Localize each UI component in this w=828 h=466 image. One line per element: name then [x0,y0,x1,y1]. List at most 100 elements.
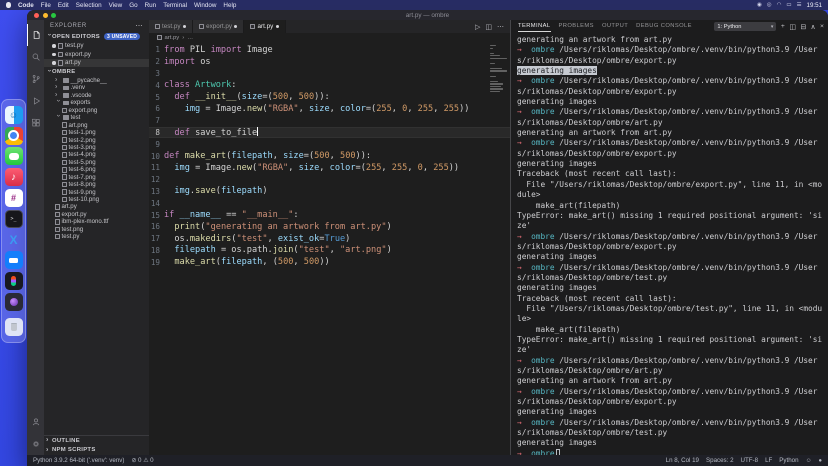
minimize-window-button[interactable] [43,13,48,18]
code-line[interactable]: 9 [149,138,510,150]
menu-item-edit[interactable]: Edit [58,2,69,9]
messages-dock-icon[interactable] [5,147,23,165]
close-panel-button[interactable]: × [820,23,824,31]
breadcrumb[interactable]: art.py › … [149,33,510,42]
search-icon[interactable] [27,46,44,68]
control-center-icon[interactable]: ☰ [797,2,802,8]
code-line[interactable]: 1from PIL import Image [149,44,510,56]
extensions-icon[interactable] [27,112,44,134]
maximize-panel-button[interactable]: ∧ [811,23,816,31]
run-button[interactable]: ▷ [475,23,480,31]
folder-section[interactable]: › OMBRE [44,67,149,77]
tree-item-test-2.png[interactable]: test-2.png [44,136,149,143]
status-python[interactable]: Python [779,457,798,464]
code-line[interactable]: 7 [149,115,510,127]
finder-dock-icon[interactable] [5,106,23,124]
figma-dock-icon[interactable] [5,272,23,290]
dirty-indicator-icon[interactable] [183,25,186,28]
media-dock-icon[interactable] [5,293,23,311]
panel-tab-problems[interactable]: PROBLEMS [559,21,594,32]
status-spaces[interactable]: Spaces: 2 [706,457,734,464]
menu-item-help[interactable]: Help [223,2,236,9]
tree-item-art.py[interactable]: art.py [44,203,149,210]
code-line[interactable]: 15if __name__ == "__main__": [149,209,510,221]
code-line[interactable]: 17 os.makedirs("test", exist_ok=True) [149,233,510,245]
section-outline[interactable]: ›OUTLINE [44,436,149,446]
python-interpreter-status[interactable]: Python 3.9.2 64-bit ('.venv': venv) [33,457,124,464]
code-line[interactable]: 11 img = Image.new("RGBA", size, color=(… [149,162,510,174]
music-dock-icon[interactable] [5,168,23,186]
code-line[interactable]: 10def make_art(filepath, size=(500, 500)… [149,150,510,162]
feedback-icon[interactable]: ☺ [806,458,812,464]
tree-item-test-8.png[interactable]: test-8.png [44,181,149,188]
code-line[interactable]: 12 [149,174,510,186]
menu-item-run[interactable]: Run [145,2,157,9]
split-editor-button[interactable]: ◫ [485,23,492,31]
dirty-indicator-icon[interactable] [234,25,237,28]
menu-item-selection[interactable]: Selection [76,2,102,9]
source-control-icon[interactable] [27,68,44,90]
code-line[interactable]: 19 make_art(filepath, (500, 500)) [149,256,510,268]
tree-item-export.png[interactable]: export.png [44,107,149,114]
close-window-button[interactable] [34,13,39,18]
tree-item-.vscode[interactable]: ›.vscode [44,92,149,99]
status-ln[interactable]: Ln 8, Col 19 [666,457,699,464]
code-line[interactable]: 4class Artwork: [149,79,510,91]
tree-item-test-1.png[interactable]: test-1.png [44,129,149,136]
tree-item-test-4.png[interactable]: test-4.png [44,151,149,158]
terminal-output[interactable]: generating an artwork from art.py→ ombre… [511,33,828,455]
tab-art.py[interactable]: art.py [244,20,285,33]
terminal-selector-dropdown[interactable]: 1: Python ▾ [714,22,776,31]
tree-item-test.png[interactable]: test.png [44,226,149,233]
trash-dock-icon[interactable] [5,318,23,336]
tree-item-test.py[interactable]: test.py [44,233,149,240]
menu-item-window[interactable]: Window [194,2,216,9]
code-line[interactable]: 13 img.save(filepath) [149,186,510,198]
account-icon[interactable] [27,411,44,433]
tree-item-test-10.png[interactable]: test-10.png [44,196,149,203]
menu-item-view[interactable]: View [109,2,123,9]
problems-status[interactable]: ⊘ 0 ⚠ 0 [131,457,153,464]
wifi-icon[interactable]: ◠ [777,2,782,8]
new-terminal-button[interactable]: + [781,23,785,31]
record-indicator-icon[interactable]: ◉ [757,2,762,8]
tab-test.py[interactable]: test.py [149,20,193,33]
minimap[interactable] [488,43,509,93]
code-line[interactable]: 6 img = Image.new("RGBA", size, color=(2… [149,103,510,115]
more-actions-button[interactable]: ⋯ [497,23,504,31]
open-editors-section[interactable]: › OPEN EDITORS 3 UNSAVED [44,32,149,42]
tree-item-test-3.png[interactable]: test-3.png [44,144,149,151]
slack-dock-icon[interactable] [5,189,23,207]
section-npm-scripts[interactable]: ›NPM SCRIPTS [44,446,149,456]
split-terminal-button[interactable]: ◫ [789,23,795,31]
terminal-dock-icon[interactable] [5,210,23,228]
battery-icon[interactable]: ▭ [786,2,791,8]
panel-tab-output[interactable]: OUTPUT [602,21,628,32]
tree-item-test-7.png[interactable]: test-7.png [44,173,149,180]
code-line[interactable]: 8 def save_to_file [149,127,510,139]
tree-item-art.png[interactable]: art.png [44,121,149,128]
breadcrumb-symbol[interactable]: … [187,35,193,41]
code-editor[interactable]: 1from PIL import Image2import os34class … [149,42,510,455]
display-icon[interactable]: ◎ [767,2,772,8]
tree-item-test[interactable]: ›test [44,114,149,121]
tree-item-test-5.png[interactable]: test-5.png [44,159,149,166]
status-utf-8[interactable]: UTF-8 [741,457,759,464]
blueapp-dock-icon[interactable] [5,251,23,269]
code-line[interactable]: 5 def __init__(size=(500, 500)): [149,91,510,103]
code-line[interactable]: 3 [149,68,510,80]
open-editor-export.py[interactable]: export.py [44,50,149,59]
panel-tab-terminal[interactable]: TERMINAL [518,21,551,32]
tree-item-export.py[interactable]: export.py [44,211,149,218]
menu-item-go[interactable]: Go [129,2,137,9]
apple-menu-icon[interactable] [6,2,11,8]
menu-item-file[interactable]: File [41,2,51,9]
tree-item-test-6.png[interactable]: test-6.png [44,166,149,173]
open-editor-art.py[interactable]: art.py [44,59,149,68]
menu-bar-clock[interactable]: 19:51 [807,2,822,9]
tree-item-test-9.png[interactable]: test-9.png [44,188,149,195]
panel-tab-debug-console[interactable]: DEBUG CONSOLE [636,21,692,32]
tab-export.py[interactable]: export.py [193,20,244,33]
code-line[interactable]: 18 filepath = os.path.join("test", "art.… [149,245,510,257]
tree-item-ibm-plex-mono.ttf[interactable]: ibm-plex-mono.ttf [44,218,149,225]
